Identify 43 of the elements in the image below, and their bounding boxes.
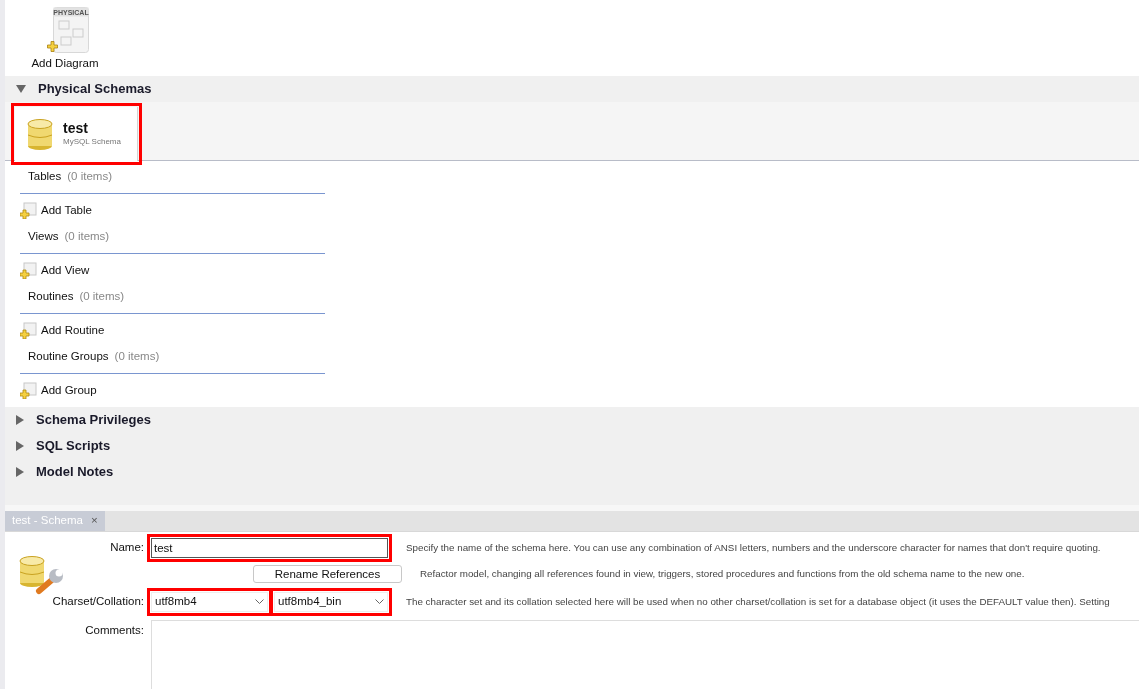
comments-field[interactable] (151, 620, 1139, 689)
help-text: The character set and its collation selected here will be used when no other charset/collation is set for a database object (it uses the DEFAULT value then). Setting (406, 594, 1110, 609)
section-header[interactable]: Physical Schemas (5, 76, 1139, 102)
field-label: Comments: (84, 623, 145, 638)
chevron-down-icon (255, 599, 264, 605)
schema-name: test (63, 120, 89, 136)
rename-references-button[interactable]: Rename References (253, 565, 402, 583)
plus-icon (47, 41, 58, 52)
section-header[interactable]: Schema Privileges (5, 407, 1139, 433)
expand-arrow-icon (16, 441, 24, 451)
add-item-icon (20, 382, 37, 399)
collapse-arrow-icon (16, 85, 26, 93)
group-label: Routine Groups (28, 349, 109, 365)
item-count: (0 items) (114, 349, 160, 365)
group-label: Views (28, 229, 59, 245)
add-item-button[interactable]: Add Table (20, 201, 92, 220)
item-count: (0 items) (79, 289, 125, 305)
group-label: Tables (28, 169, 62, 185)
database-icon (27, 118, 53, 150)
charset-dropdown[interactable]: utf8mb4 (151, 592, 268, 612)
collation-dropdown[interactable]: utf8mb4_bin (274, 592, 388, 612)
section-header[interactable]: Model Notes (5, 459, 1139, 485)
item-count: (0 items) (67, 169, 112, 185)
add-item-button[interactable]: Add View (20, 261, 90, 280)
add-item-button[interactable]: Add Group (20, 381, 97, 400)
field-label: Name: (109, 540, 145, 556)
field-label: Charset/Collation: (51, 594, 145, 610)
chevron-down-icon (375, 599, 384, 605)
add-item-icon (20, 262, 37, 279)
expand-arrow-icon (16, 467, 24, 477)
section-header[interactable]: SQL Scripts (5, 433, 1139, 459)
item-count: (0 items) (64, 229, 110, 245)
add-item-button[interactable]: Add Routine (20, 321, 105, 340)
add-item-icon (20, 322, 37, 339)
help-text: Specify the name of the schema here. You can use any combination of ANSI letters, numbers and the underscore character for names that don't require quoting. (406, 540, 1101, 555)
help-text: Refactor model, changing all references found in view, triggers, stored procedures and functions from the old schema name to the new one. (420, 566, 1025, 581)
schema-type: MySQL Schema (63, 136, 121, 148)
add-item-icon (20, 202, 37, 219)
name-field[interactable]: test (151, 538, 388, 558)
expand-arrow-icon (16, 415, 24, 425)
tab-close-button[interactable]: × (90, 512, 98, 530)
group-label: Routines (28, 289, 74, 305)
schema-tile[interactable]: test MySQL Schema (15, 107, 138, 161)
